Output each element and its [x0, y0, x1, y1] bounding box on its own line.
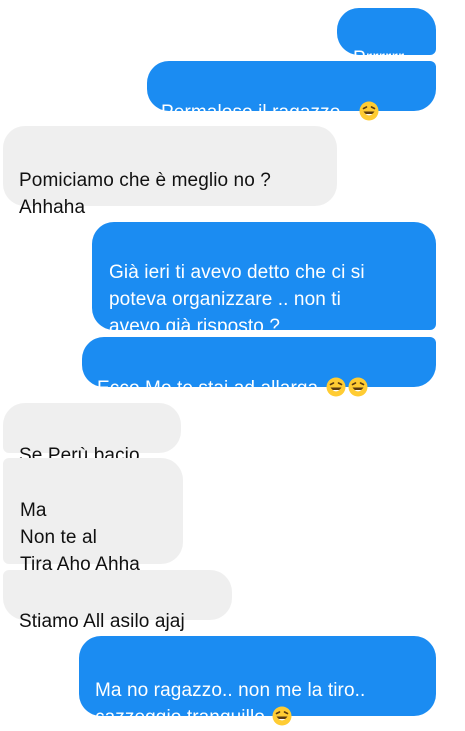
laughing-emoji-icon: [326, 377, 346, 397]
received-message-bubble[interactable]: Ma Non te al Tira Aho Ahha: [3, 458, 183, 575]
sent-message-bubble[interactable]: Ecco Mo te stai ad allarga: [82, 337, 436, 399]
message-text: Permaloso il ragazzo..: [161, 102, 357, 123]
message-text: Già ieri ti avevo detto che ci si poteva…: [109, 262, 365, 337]
laughing-emoji-icon: [359, 101, 379, 121]
sent-message-bubble[interactable]: Già ieri ti avevo detto che ci si poteva…: [92, 222, 436, 337]
laughing-emoji-icon: [348, 377, 368, 397]
sent-message-bubble[interactable]: Permaloso il ragazzo..: [147, 61, 436, 123]
received-message-bubble[interactable]: Se Perù bacio: [3, 403, 181, 466]
sent-message-bubble[interactable]: Ma no ragazzo.. non me la tiro.. cazzegg…: [79, 636, 436, 728]
received-message-bubble[interactable]: Pomiciamo che è meglio no ? Ahhaha: [3, 126, 337, 218]
message-text: Ma Non te al Tira Aho Ahha: [20, 500, 140, 575]
message-text: Stiamo All asilo ajaj: [19, 611, 185, 632]
message-text: Ecco Mo te stai ad allarga: [97, 378, 324, 399]
received-message-bubble[interactable]: Stiamo All asilo ajaj: [3, 570, 232, 632]
sent-message-bubble[interactable]: Prrrrrr: [337, 8, 436, 69]
message-text: Ma no ragazzo.. non me la tiro.. cazzegg…: [95, 680, 366, 728]
message-text: Pomiciamo che è meglio no ? Ahhaha: [19, 170, 271, 218]
laughing-emoji-icon: [272, 706, 292, 726]
